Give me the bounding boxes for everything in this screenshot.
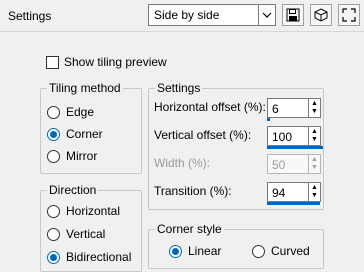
- corner-style-title: Corner style: [155, 222, 224, 236]
- show-tiling-preview-label: Show tiling preview: [64, 55, 167, 69]
- radio-vertical[interactable]: Vertical: [47, 227, 105, 241]
- radio-linear[interactable]: Linear: [169, 244, 221, 258]
- mirror-label: Mirror: [66, 149, 98, 163]
- direction-title: Direction: [47, 183, 99, 197]
- chevron-down-icon[interactable]: [258, 5, 275, 25]
- transition-label: Transition (%):: [154, 184, 232, 198]
- tiling-method-group: Tiling method Edge Corner Mirror: [40, 81, 142, 174]
- horizontal-offset-stepper[interactable]: ▲ ▼: [308, 99, 320, 117]
- curved-label: Curved: [271, 244, 310, 258]
- transition-stepper[interactable]: ▲ ▼: [308, 183, 320, 201]
- vertical-offset-label: Vertical offset (%):: [154, 128, 252, 142]
- preset-select[interactable]: Side by side: [148, 4, 276, 26]
- preset-select-value: Side by side: [154, 8, 220, 22]
- vertical-radio[interactable]: [47, 227, 60, 241]
- transition-level-bar: [267, 202, 320, 205]
- radio-corner[interactable]: Corner: [47, 127, 103, 141]
- direction-group: Direction Horizontal Vertical Bidirectio…: [40, 183, 142, 272]
- horizontal-offset-level-bar: [267, 118, 270, 121]
- radio-curved[interactable]: Curved: [252, 244, 310, 258]
- corner-style-group: Corner style Linear Curved: [148, 222, 324, 269]
- toolbar: Settings Side by side: [0, 0, 364, 32]
- save-icon[interactable]: [282, 4, 304, 26]
- edge-label: Edge: [66, 105, 95, 119]
- radio-edge[interactable]: Edge: [47, 105, 94, 119]
- vertical-offset-value: 100: [272, 130, 293, 144]
- vertical-offset-level-bar: [267, 146, 323, 149]
- settings-group: Settings Horizontal offset (%): 6 ▲ ▼ Ver…: [148, 81, 324, 210]
- mirror-radio[interactable]: [47, 149, 60, 163]
- horizontal-offset-label: Horizontal offset (%):: [154, 100, 266, 114]
- horizontal-offset-input[interactable]: 6 ▲ ▼: [267, 98, 321, 121]
- width-stepper: ▲ ▼: [308, 155, 320, 173]
- width-input: 50 ▲ ▼: [267, 154, 321, 174]
- width-label: Width (%):: [154, 156, 211, 170]
- cube-icon[interactable]: [310, 4, 332, 26]
- linear-radio[interactable]: [169, 244, 182, 258]
- transition-input[interactable]: 94 ▲ ▼: [267, 182, 321, 205]
- horizontal-label: Horizontal: [66, 204, 121, 218]
- corner-radio[interactable]: [47, 127, 60, 141]
- width-value: 50: [272, 158, 286, 172]
- radio-horizontal[interactable]: Horizontal: [47, 204, 120, 218]
- expand-icon[interactable]: [338, 4, 360, 26]
- show-tiling-preview-option[interactable]: Show tiling preview: [46, 55, 167, 69]
- vertical-offset-input[interactable]: 100 ▲ ▼: [267, 126, 323, 149]
- transition-value: 94: [272, 186, 286, 200]
- corner-label: Corner: [66, 127, 103, 141]
- vertical-offset-stepper[interactable]: ▲ ▼: [308, 127, 320, 145]
- tiling-method-title: Tiling method: [47, 81, 123, 95]
- settings-title: Settings: [155, 81, 203, 95]
- radio-mirror[interactable]: Mirror: [47, 149, 97, 163]
- linear-label: Linear: [188, 244, 222, 258]
- radio-bidirectional[interactable]: Bidirectional: [47, 250, 131, 264]
- show-tiling-preview-checkbox[interactable]: [46, 55, 59, 69]
- bidirectional-label: Bidirectional: [66, 250, 132, 264]
- horizontal-offset-value: 6: [272, 102, 279, 116]
- horizontal-radio[interactable]: [47, 204, 60, 218]
- curved-radio[interactable]: [252, 244, 265, 258]
- bidirectional-radio[interactable]: [47, 250, 60, 264]
- toolbar-title: Settings: [8, 9, 52, 23]
- edge-radio[interactable]: [47, 105, 60, 119]
- vertical-label: Vertical: [66, 227, 106, 241]
